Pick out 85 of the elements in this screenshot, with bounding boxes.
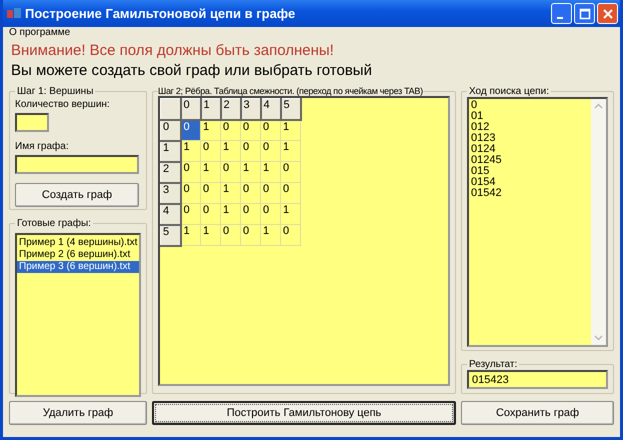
row-header: 0 [160, 120, 180, 140]
table-cell[interactable]: 0 [220, 162, 240, 182]
table-cell[interactable]: 1 [180, 140, 200, 162]
close-icon [602, 8, 614, 20]
log-line: 01542 [471, 188, 503, 199]
column-header: 4 [260, 98, 280, 120]
header-cell [160, 98, 180, 120]
vertex-count-field[interactable] [15, 113, 49, 132]
log-line: 01 [471, 111, 484, 122]
window-title: Построение Гамильтоновой цепи в графе [25, 6, 296, 21]
table-cell[interactable]: 0 [260, 182, 280, 204]
group-title: Шаг 1: Вершины [16, 86, 94, 97]
group-title: Готовые графы: [16, 218, 92, 229]
table-cell[interactable]: 1 [220, 140, 240, 162]
table-cell[interactable]: 0 [180, 182, 200, 204]
delete-graph-button[interactable]: Удалить граф [9, 401, 147, 425]
group-title: Шаг 2; Рёбра. Таблица смежности. (переход по ячейкам через TAB) [158, 86, 423, 96]
table-cell[interactable]: 0 [220, 120, 240, 140]
row-header: 3 [160, 182, 180, 204]
table-cell[interactable]: 1 [220, 204, 240, 224]
table-cell[interactable]: 0 [200, 204, 220, 224]
table-cell[interactable]: 0 [200, 140, 220, 162]
table-cell[interactable]: 0 [280, 162, 300, 182]
table-cell[interactable]: 1 [240, 162, 260, 182]
column-header: 3 [240, 98, 260, 120]
field-label: Количество вершин: [15, 99, 111, 110]
table-cell[interactable]: 0 [280, 182, 300, 204]
table-cell[interactable]: 0 [260, 140, 280, 162]
minimize-icon [556, 16, 562, 18]
column-header: 2 [220, 98, 240, 120]
list-item[interactable]: Пример 2 (6 вершин).txt [17, 249, 139, 261]
minimize-button[interactable] [551, 3, 572, 24]
table-cell[interactable]: 1 [280, 140, 300, 162]
field-label: Имя графа: [15, 141, 70, 152]
table-cell[interactable]: 0 [260, 120, 280, 140]
table-cell[interactable]: 1 [220, 182, 240, 204]
table-cell[interactable]: 0 [240, 204, 260, 224]
menu-item[interactable]: О программе [9, 27, 70, 39]
maximize-icon [578, 8, 590, 20]
log-line: 0154 [471, 177, 496, 188]
table-cell[interactable]: 1 [260, 162, 280, 182]
log-line: 0124 [471, 144, 496, 155]
table-cell[interactable]: 1 [180, 224, 200, 246]
table-cell[interactable]: 1 [280, 120, 300, 140]
column-header: 5 [280, 98, 300, 120]
log-line: 015 [471, 166, 490, 177]
table-cell[interactable]: 0 [180, 162, 200, 182]
log-line: 012 [471, 122, 490, 133]
group-title: Ход поиска цепи: [468, 86, 550, 97]
table-cell[interactable]: 0 [200, 182, 220, 204]
list-item[interactable]: Пример 3 (6 вершин).txt [17, 261, 139, 273]
row-header: 1 [160, 140, 180, 162]
table-cell[interactable]: 1 [200, 120, 220, 140]
log-line: 0 [471, 100, 478, 111]
create-graph-button[interactable]: Создать граф [15, 183, 139, 207]
row-header: 2 [160, 162, 180, 182]
row-header: 5 [160, 224, 180, 246]
result-field[interactable]: 015423 [467, 370, 608, 389]
column-header: 1 [200, 98, 220, 120]
table-cell[interactable]: 0 [220, 224, 240, 246]
close-button[interactable] [597, 3, 618, 24]
table-cell[interactable]: 0 [240, 120, 260, 140]
table-cell[interactable]: 1 [280, 204, 300, 224]
list-item[interactable]: Пример 1 (4 вершины).txt [17, 237, 139, 249]
app-icon [7, 8, 21, 20]
graph-name-field[interactable] [15, 155, 139, 174]
save-graph-button[interactable]: Сохранить граф [461, 401, 614, 425]
table-cell[interactable]: 1 [200, 224, 220, 246]
info-text: Вы можете создать свой граф или выбрать готовый [10, 62, 373, 81]
table-cell[interactable]: 0 [240, 140, 260, 162]
table-cell[interactable]: 0 [180, 204, 200, 224]
log-line: 01245 [471, 155, 503, 166]
table-cell[interactable]: 1 [260, 224, 280, 246]
table-cell[interactable]: 0 [260, 204, 280, 224]
log-line: 0123 [471, 133, 496, 144]
row-header: 4 [160, 204, 180, 224]
table-cell[interactable]: 0 [240, 182, 260, 204]
table-cell[interactable]: 0 [240, 224, 260, 246]
table-cell[interactable]: 1 [200, 162, 220, 182]
maximize-button[interactable] [574, 3, 595, 24]
group-title: Результат: [468, 359, 518, 370]
build-chain-button[interactable]: Построить Гамильтонову цепь [152, 401, 456, 425]
column-header: 0 [180, 98, 200, 120]
table-cell[interactable]: 0 [280, 224, 300, 246]
warning-text: Внимание! Все поля должны быть заполнены! [10, 41, 335, 61]
